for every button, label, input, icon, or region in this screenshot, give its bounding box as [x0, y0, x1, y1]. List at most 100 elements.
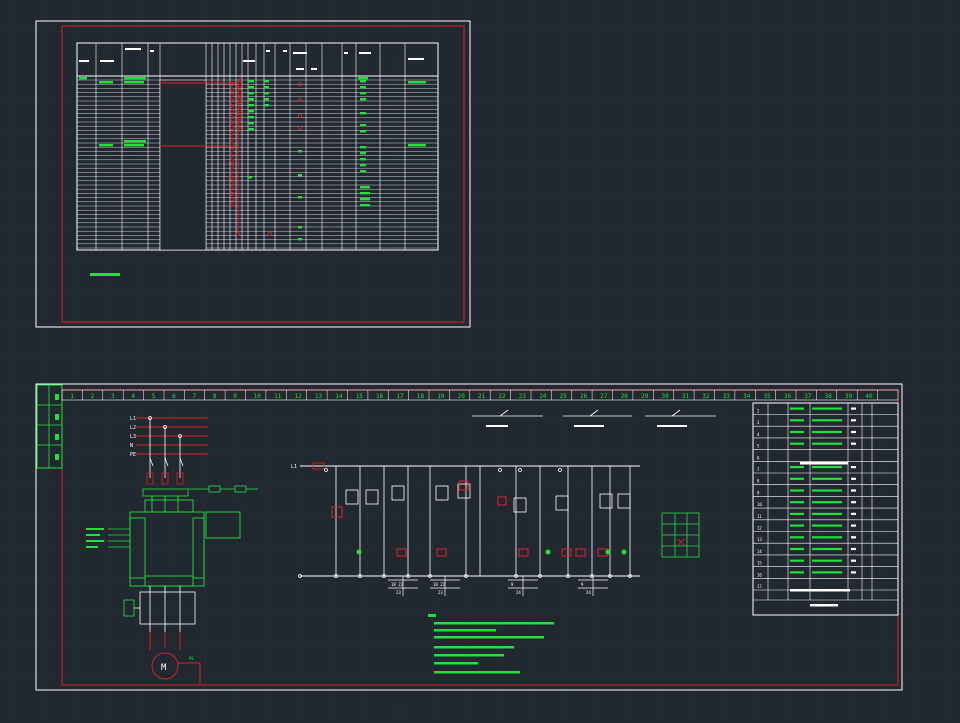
phase-label: N	[130, 443, 133, 449]
ruler-column-number: 35	[764, 393, 772, 400]
motor-label: M	[161, 663, 167, 673]
wiring-table-entry	[264, 80, 269, 83]
wiring-table-entry	[298, 174, 302, 177]
wiring-table-entry	[360, 198, 370, 201]
ruler-column-number: 4	[131, 393, 135, 400]
wiring-table-entry	[360, 86, 366, 89]
parts-table-unit	[851, 547, 856, 551]
ruler-column-number: 14	[335, 393, 343, 400]
ruler-column-number: 28	[621, 393, 629, 400]
parts-table-section-heading	[800, 462, 848, 465]
wiring-table-entry	[360, 204, 370, 207]
wiring-table-entry	[124, 77, 146, 80]
parts-table-symbol	[790, 489, 804, 492]
parts-table-title	[810, 604, 838, 607]
wiring-table-header-text	[283, 50, 287, 52]
ruler-column-number: 22	[498, 393, 506, 400]
wiring-table-entry	[408, 81, 426, 84]
ruler-column-number: 39	[845, 393, 853, 400]
wiring-table-entry	[358, 77, 368, 80]
ruler-column-number: 17	[396, 393, 404, 400]
parts-table-description	[812, 489, 842, 492]
wiring-table-entry	[298, 226, 302, 229]
ruler-column-number: 13	[315, 393, 323, 400]
parts-table-item-number: 11	[757, 514, 762, 519]
wiring-table-entry	[248, 110, 254, 113]
parts-table-item-number: 14	[757, 549, 762, 554]
wiring-table-entry	[360, 112, 366, 115]
parts-table-symbol	[790, 419, 804, 422]
wiring-table-entry	[99, 144, 113, 147]
cad-drawing-canvas[interactable]: 1 2 3 4 5 6 7 8 9 10 11 12 13 14 15 16 17 18 19 20 21 22 23 24 2…	[0, 0, 960, 719]
parts-table-unit	[851, 512, 856, 515]
wiring-table-header-text	[100, 60, 114, 62]
parts-table-unit	[851, 407, 856, 410]
wiring-table-entry	[248, 116, 254, 119]
model-space-grid	[0, 0, 960, 719]
parts-table-description	[812, 442, 842, 445]
parts-table-description	[812, 466, 842, 469]
wiring-table-entry	[248, 92, 254, 95]
ruler-column-number: 32	[702, 393, 710, 400]
wiring-table-entry	[248, 176, 252, 179]
wiring-table-entry	[248, 122, 254, 125]
wiring-table-entry	[248, 86, 254, 89]
parts-table-unit	[851, 536, 856, 539]
ruler-column-number: 7	[193, 393, 197, 400]
parts-table-footer	[790, 589, 850, 592]
ruler-column-number: 21	[478, 393, 486, 400]
ruler-column-number: 10	[254, 393, 262, 400]
parts-table-description	[812, 536, 842, 539]
ruler-column-number: 40	[865, 393, 873, 400]
phase-label: L1	[130, 416, 136, 422]
wiring-table-entry	[298, 238, 302, 241]
cross-reference-bottom: 24	[516, 590, 521, 595]
parts-table-unit	[851, 442, 856, 445]
parts-table-unit	[851, 524, 856, 527]
wiring-table-entry	[264, 92, 269, 95]
wiring-table-header-text	[150, 50, 154, 52]
wiring-table-entry	[248, 80, 254, 83]
parts-table-unit	[851, 571, 856, 574]
ruler-column-number: 27	[600, 393, 608, 400]
wiring-table-entry	[298, 150, 302, 153]
wiring-table-entry	[360, 80, 366, 83]
ruler-column-number: 16	[376, 393, 384, 400]
wiring-table-header-text	[266, 50, 270, 52]
wiring-table-entry	[248, 98, 254, 101]
ruler-column-number: 29	[641, 393, 649, 400]
ruler-column-number: 24	[539, 393, 547, 400]
ruler-column-number: 33	[723, 393, 731, 400]
ruler-column-number: 1	[70, 393, 74, 400]
ruler-column-number: 34	[743, 393, 751, 400]
parts-table-symbol	[790, 512, 804, 515]
ruler-column-number: 37	[804, 393, 812, 400]
ruler-column-number: 25	[560, 393, 568, 400]
indicator-lamp	[605, 549, 611, 555]
cross-reference-top: 18 22	[391, 582, 404, 587]
ruler-column-number: 2	[91, 393, 95, 400]
ruler-column-number: 5	[152, 393, 156, 400]
parts-table-description	[812, 524, 842, 527]
phase-label: L3	[130, 434, 136, 440]
ruler-column-number: 15	[356, 393, 364, 400]
parts-table-symbol	[790, 477, 804, 480]
parts-table-description	[812, 559, 842, 562]
wiring-table-entry	[360, 92, 366, 95]
ruler-column-number: 31	[682, 393, 690, 400]
indicator-lamp	[356, 549, 362, 555]
wiring-table-entry	[264, 86, 269, 89]
ruler-column-number: 18	[417, 393, 425, 400]
control-line-label: L1	[291, 464, 297, 470]
wiring-table-entry	[124, 81, 144, 84]
wiring-table-entry	[360, 152, 366, 155]
wiring-table-header-text	[359, 52, 371, 54]
parts-table-symbol	[790, 524, 804, 527]
parts-table-unit	[851, 489, 856, 492]
wiring-table-entry	[408, 144, 426, 147]
ruler-column-number: 6	[172, 393, 176, 400]
parts-table-item-number: 15	[757, 561, 762, 566]
parts-table-symbol	[790, 547, 804, 551]
wiring-table-entry	[124, 144, 144, 147]
wiring-table-header-text	[408, 58, 424, 60]
